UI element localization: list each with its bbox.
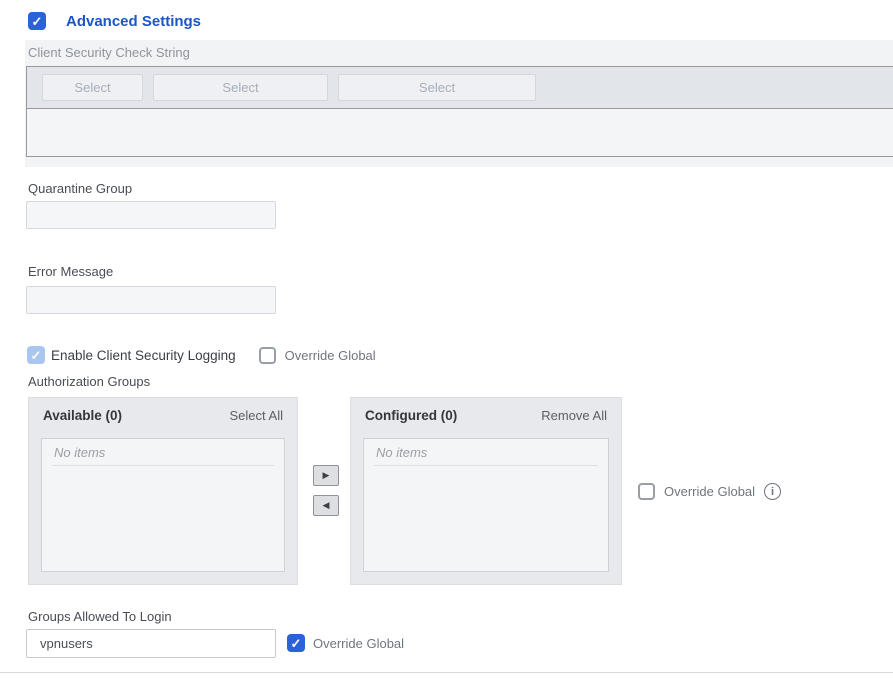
configured-groups-header: Configured (0) Remove All xyxy=(365,408,607,423)
logging-override-global-checkbox[interactable] xyxy=(259,347,276,364)
remove-all-button[interactable]: Remove All xyxy=(541,408,607,423)
arrow-right-icon: ▶ xyxy=(323,470,330,481)
client-security-check-panel: Client Security Check String Select Sele… xyxy=(25,40,893,167)
authorization-override-row: Override Global i xyxy=(638,483,781,500)
check-icon: ✓ xyxy=(32,15,43,28)
check-icon: ✓ xyxy=(31,349,42,362)
info-icon-glyph: i xyxy=(771,486,774,498)
available-empty-message: No items xyxy=(52,444,274,466)
authorization-groups-label: Authorization Groups xyxy=(28,374,150,389)
bottom-divider xyxy=(0,672,893,673)
configured-groups-panel: Configured (0) Remove All No items xyxy=(350,397,622,585)
enable-client-security-logging-label: Enable Client Security Logging xyxy=(51,348,236,363)
expression-toolbar: Select Select Select xyxy=(27,67,893,109)
advanced-settings-checkbox[interactable]: ✓ xyxy=(28,12,46,30)
advanced-settings-label[interactable]: Advanced Settings xyxy=(66,13,201,30)
configured-count-label: Configured (0) xyxy=(365,408,457,423)
info-icon[interactable]: i xyxy=(764,483,781,500)
select-dropdown-1[interactable]: Select xyxy=(42,74,143,101)
error-message-input[interactable] xyxy=(26,286,276,314)
error-message-label: Error Message xyxy=(28,264,113,279)
advanced-settings-row: ✓ Advanced Settings xyxy=(28,12,201,30)
move-right-button[interactable]: ▶ xyxy=(313,465,339,486)
arrow-left-icon: ◀ xyxy=(323,500,330,511)
enable-client-security-logging-checkbox[interactable]: ✓ xyxy=(27,346,45,364)
client-security-check-label: Client Security Check String xyxy=(28,45,190,60)
authorization-override-global-label: Override Global xyxy=(664,484,755,499)
select-all-button[interactable]: Select All xyxy=(230,408,283,423)
available-groups-list[interactable]: No items xyxy=(41,438,285,572)
available-groups-panel: Available (0) Select All No items xyxy=(28,397,298,585)
available-groups-header: Available (0) Select All xyxy=(43,408,283,423)
advanced-settings-page: ✓ Advanced Settings Client Security Chec… xyxy=(0,0,893,678)
configured-groups-list[interactable]: No items xyxy=(363,438,609,572)
groups-allowed-label: Groups Allowed To Login xyxy=(28,609,172,624)
check-icon: ✓ xyxy=(291,637,302,650)
select-dropdown-2[interactable]: Select xyxy=(153,74,328,101)
quarantine-group-input[interactable] xyxy=(26,201,276,229)
groups-override-global-checkbox[interactable]: ✓ xyxy=(287,634,305,652)
move-left-button[interactable]: ◀ xyxy=(313,495,339,516)
expression-editor-box: Select Select Select xyxy=(26,66,893,157)
client-security-logging-row: ✓ Enable Client Security Logging Overrid… xyxy=(27,346,376,364)
quarantine-group-label: Quarantine Group xyxy=(28,181,132,196)
configured-empty-message: No items xyxy=(374,444,598,466)
groups-allowed-input[interactable] xyxy=(26,629,276,658)
authorization-override-global-checkbox[interactable] xyxy=(638,483,655,500)
expression-textarea[interactable] xyxy=(27,109,893,156)
groups-override-global-label: Override Global xyxy=(313,636,404,651)
logging-override-global-label: Override Global xyxy=(285,348,376,363)
available-count-label: Available (0) xyxy=(43,408,122,423)
select-dropdown-3[interactable]: Select xyxy=(338,74,536,101)
groups-override-row: ✓ Override Global xyxy=(287,634,404,652)
